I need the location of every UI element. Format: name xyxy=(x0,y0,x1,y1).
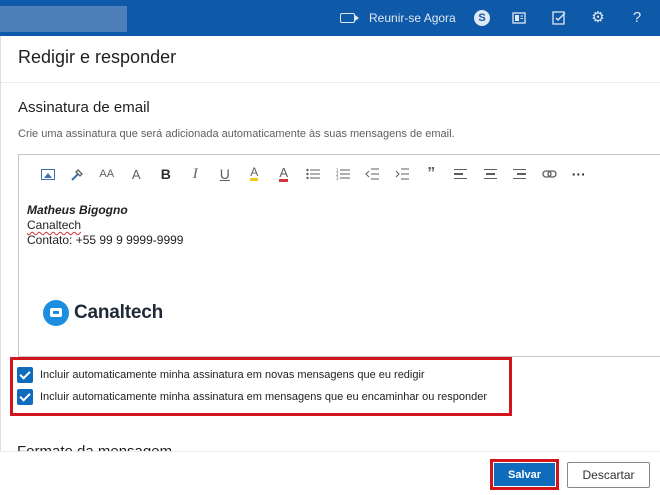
settings-panel: Redigir e responder Assinatura de email … xyxy=(0,36,660,495)
settings-icon[interactable]: ⚙ xyxy=(590,10,606,26)
grow-font-icon[interactable]: A xyxy=(122,162,152,186)
logo-text: Canaltech xyxy=(74,302,164,323)
help-icon[interactable]: ? xyxy=(629,10,645,26)
font-color-icon[interactable]: A xyxy=(269,162,299,186)
bold-icon[interactable]: B xyxy=(151,162,181,186)
format-painter-icon[interactable] xyxy=(63,162,93,186)
divider xyxy=(1,82,660,83)
canaltech-logo-icon xyxy=(43,300,69,326)
section-title: Assinatura de email xyxy=(18,99,150,116)
underline-icon[interactable]: U xyxy=(210,162,240,186)
signature-editor[interactable]: AA A B I U A A 123 ” ··· Matheus Bigogno… xyxy=(18,154,660,357)
option-label: Incluir automaticamente minha assinatura… xyxy=(40,391,487,403)
bullets-icon[interactable] xyxy=(299,162,329,186)
font-size-icon[interactable]: AA xyxy=(92,162,122,186)
numbering-icon[interactable]: 123 xyxy=(328,162,358,186)
more-options-icon[interactable]: ··· xyxy=(564,162,594,186)
panel-title: Redigir e responder xyxy=(18,47,177,67)
align-left-icon[interactable] xyxy=(446,162,476,186)
quote-icon[interactable]: ” xyxy=(417,162,447,186)
option-label: Incluir automaticamente minha assinatura… xyxy=(40,369,425,381)
search-box[interactable] xyxy=(0,6,127,32)
signature-content: Matheus Bigogno Canaltech Contato: +55 9… xyxy=(27,203,183,248)
svg-text:3: 3 xyxy=(336,176,339,180)
align-center-icon[interactable] xyxy=(476,162,506,186)
video-icon xyxy=(340,13,359,23)
top-bar: Reunir-se Agora S ⚙ ? xyxy=(0,0,660,36)
highlight-icon[interactable]: A xyxy=(240,162,270,186)
editor-toolbar: AA A B I U A A 123 ” ··· xyxy=(19,155,660,193)
signature-company: Canaltech xyxy=(27,218,82,232)
option-new-messages[interactable]: Incluir automaticamente minha assinatura… xyxy=(17,367,425,383)
section-description: Crie uma assinatura que será adicionada … xyxy=(18,128,455,140)
my-day-icon[interactable] xyxy=(551,10,567,26)
meet-now-button[interactable]: Reunir-se Agora xyxy=(340,0,456,36)
meet-now-label: Reunir-se Agora xyxy=(369,11,456,25)
align-right-icon[interactable] xyxy=(505,162,535,186)
signature-contact: Contato: +55 99 9 9999-9999 xyxy=(27,233,184,247)
link-icon[interactable] xyxy=(535,162,565,186)
options-highlight xyxy=(10,357,512,416)
decrease-indent-icon[interactable] xyxy=(358,162,388,186)
option-forward-reply[interactable]: Incluir automaticamente minha assinatura… xyxy=(17,389,487,405)
font-color-glyph: A xyxy=(279,164,289,182)
discard-button[interactable]: Descartar xyxy=(567,462,650,488)
italic-icon[interactable]: I xyxy=(181,162,211,186)
checkbox-checked-icon[interactable] xyxy=(17,389,33,405)
whats-new-icon[interactable] xyxy=(511,10,527,26)
company-logo: Canaltech xyxy=(43,300,163,326)
highlight-glyph: A xyxy=(250,165,259,181)
insert-picture-icon[interactable] xyxy=(33,162,63,186)
signature-name: Matheus Bigogno xyxy=(27,203,128,217)
increase-indent-icon[interactable] xyxy=(387,162,417,186)
skype-icon[interactable]: S xyxy=(474,10,490,26)
save-button[interactable]: Salvar xyxy=(494,463,555,486)
checkbox-checked-icon[interactable] xyxy=(17,367,33,383)
footer xyxy=(0,451,660,495)
